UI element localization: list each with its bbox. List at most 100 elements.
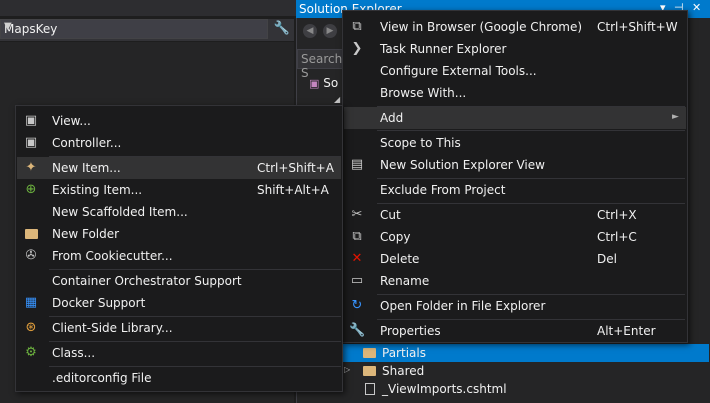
close-icon[interactable]: ✕ (692, 1, 701, 14)
menu-item-label: .editorconfig File (52, 371, 152, 385)
view-file-icon: ▣ (24, 113, 38, 128)
menu-item-browse-with[interactable]: Browse With... (344, 82, 686, 104)
tree-item-partials[interactable]: Partials (297, 344, 709, 362)
tree-solution-label: So (323, 76, 339, 90)
folder-icon (363, 366, 376, 376)
menu-item-label: Add (380, 111, 404, 125)
menu-item-label: Container Orchestrator Support (52, 274, 242, 288)
forward-icon[interactable]: ▶ (323, 24, 337, 38)
menu-item-cut[interactable]: ✂ Cut Ctrl+X (344, 204, 686, 226)
menu-item-label: View... (52, 114, 91, 128)
menu-item-configure-external-tools[interactable]: Configure External Tools... (344, 60, 686, 82)
menu-item-exclude-from-project[interactable]: Exclude From Project (344, 179, 686, 201)
library-icon: ⊛ (25, 320, 37, 335)
solution-explorer-search-input[interactable]: Search S (297, 49, 345, 80)
tree-item-label: Partials (382, 346, 426, 360)
submenu-item-new-scaffolded-item[interactable]: New Scaffolded Item... (17, 201, 341, 223)
submenu-item-container-orchestrator[interactable]: Container Orchestrator Support (17, 270, 341, 292)
cookiecutter-icon: ✇ (25, 248, 37, 263)
submenu-item-new-folder[interactable]: New Folder (17, 223, 341, 245)
chevron-right-icon: ❯ (351, 41, 363, 56)
menu-item-shortcut: Ctrl+Shift+A (257, 161, 334, 175)
existing-item-icon: ⊕ (25, 182, 37, 197)
new-folder-icon (25, 229, 38, 239)
new-view-icon: ▤ (350, 157, 364, 172)
tree-item-label: Shared (382, 364, 425, 378)
menu-item-task-runner[interactable]: ❯ Task Runner Explorer (344, 38, 686, 60)
copy-icon: ⧉ (352, 229, 362, 244)
menu-item-scope-to-this[interactable]: Scope to This (344, 132, 686, 154)
editor-tab-strip (0, 0, 296, 16)
menu-item-label: Configure External Tools... (380, 64, 537, 78)
submenu-item-docker-support[interactable]: ▦ Docker Support (17, 292, 341, 314)
docker-icon: ▦ (24, 295, 38, 310)
menu-item-label: View in Browser (Google Chrome) (380, 20, 583, 34)
menu-item-label: Controller... (52, 136, 122, 150)
submenu-item-controller[interactable]: ▣ Controller... (17, 132, 341, 154)
wrench-icon[interactable]: 🔧 (271, 19, 293, 39)
new-item-icon: ✦ (25, 160, 37, 175)
menu-item-shortcut: Del (597, 252, 617, 266)
menu-item-label: Docker Support (52, 296, 146, 310)
submenu-item-editorconfig[interactable]: .editorconfig File (17, 367, 341, 389)
menu-item-label: Client-Side Library... (52, 321, 173, 335)
menu-item-shortcut: Ctrl+C (597, 230, 637, 244)
wrench-icon: 🔧 (349, 323, 366, 338)
menu-item-label: Class... (52, 346, 96, 360)
rename-icon: ▭ (350, 273, 364, 288)
tree-solution-node[interactable]: ▣ So (309, 76, 338, 90)
menu-item-label: Cut (380, 208, 401, 222)
submenu-item-new-item[interactable]: ✦ New Item... Ctrl+Shift+A (17, 157, 341, 179)
submenu-item-class[interactable]: ⚙ Class... (17, 342, 341, 364)
controller-file-icon: ▣ (24, 135, 38, 150)
submenu-item-from-cookiecutter[interactable]: ✇ From Cookiecutter... (17, 245, 341, 267)
expand-arrow-icon[interactable]: ◢ (334, 95, 342, 104)
submenu-item-client-side-library[interactable]: ⊛ Client-Side Library... (17, 317, 341, 339)
add-submenu: ▣ View... ▣ Controller... ✦ New Item... … (15, 105, 343, 392)
menu-item-label: Delete (380, 252, 420, 266)
tree-item-shared[interactable]: ▷ Shared (297, 362, 709, 380)
tree-item-viewimports[interactable]: _ViewImports.cshtml (297, 380, 709, 398)
solution-explorer-toolbar: ◀ ▶ (297, 20, 347, 44)
back-icon[interactable]: ◀ (303, 24, 317, 38)
browser-icon: ⧉ (352, 19, 362, 34)
delete-x-icon: ✕ (351, 251, 363, 266)
menu-item-add[interactable]: Add ► (344, 107, 686, 129)
menu-item-label: Exclude From Project (380, 183, 506, 197)
menu-item-label: New Folder (52, 227, 120, 241)
submenu-item-view[interactable]: ▣ View... (17, 110, 341, 132)
menu-item-label: New Solution Explorer View (380, 158, 545, 172)
menu-item-label: Open Folder in File Explorer (380, 299, 546, 313)
menu-item-shortcut: Ctrl+Shift+W (597, 20, 678, 34)
expand-arrow-icon[interactable]: ▷ (344, 365, 350, 374)
menu-item-new-solution-explorer-view[interactable]: ▤ New Solution Explorer View (344, 154, 686, 176)
menu-item-view-in-browser[interactable]: ⧉ View in Browser (Google Chrome) Ctrl+S… (344, 16, 686, 38)
menu-item-open-folder[interactable]: ↻ Open Folder in File Explorer (344, 295, 686, 317)
menu-item-label: New Scaffolded Item... (52, 205, 188, 219)
menu-item-label: New Item... (52, 161, 121, 175)
menu-separator (377, 130, 685, 131)
menu-item-label: Rename (380, 274, 430, 288)
submenu-arrow-icon: ► (672, 112, 679, 122)
solution-context-menu: ⧉ View in Browser (Google Chrome) Ctrl+S… (342, 10, 688, 343)
menu-item-label: Browse With... (380, 86, 467, 100)
file-icon (365, 383, 375, 395)
class-icon: ⚙ (25, 345, 37, 360)
menu-item-copy[interactable]: ⧉ Copy Ctrl+C (344, 226, 686, 248)
properties-object-combo[interactable]: MapsKey ▼ (0, 19, 268, 39)
solution-icon: ▣ (309, 77, 320, 90)
submenu-item-existing-item[interactable]: ⊕ Existing Item... Shift+Alt+A (17, 179, 341, 201)
scissors-icon: ✂ (351, 207, 363, 222)
refresh-arrow-icon: ↻ (351, 298, 363, 313)
menu-item-label: Existing Item... (52, 183, 143, 197)
menu-item-label: From Cookiecutter... (52, 249, 173, 263)
menu-item-rename[interactable]: ▭ Rename (344, 270, 686, 292)
menu-item-label: Task Runner Explorer (380, 42, 507, 56)
menu-item-label: Scope to This (380, 136, 461, 150)
chevron-down-icon: ▼ (4, 21, 12, 32)
menu-item-properties[interactable]: 🔧 Properties Alt+Enter (344, 320, 686, 342)
folder-icon (363, 348, 376, 358)
menu-item-delete[interactable]: ✕ Delete Del (344, 248, 686, 270)
tree-item-label: _ViewImports.cshtml (382, 382, 507, 396)
menu-item-shortcut: Alt+Enter (597, 324, 656, 338)
